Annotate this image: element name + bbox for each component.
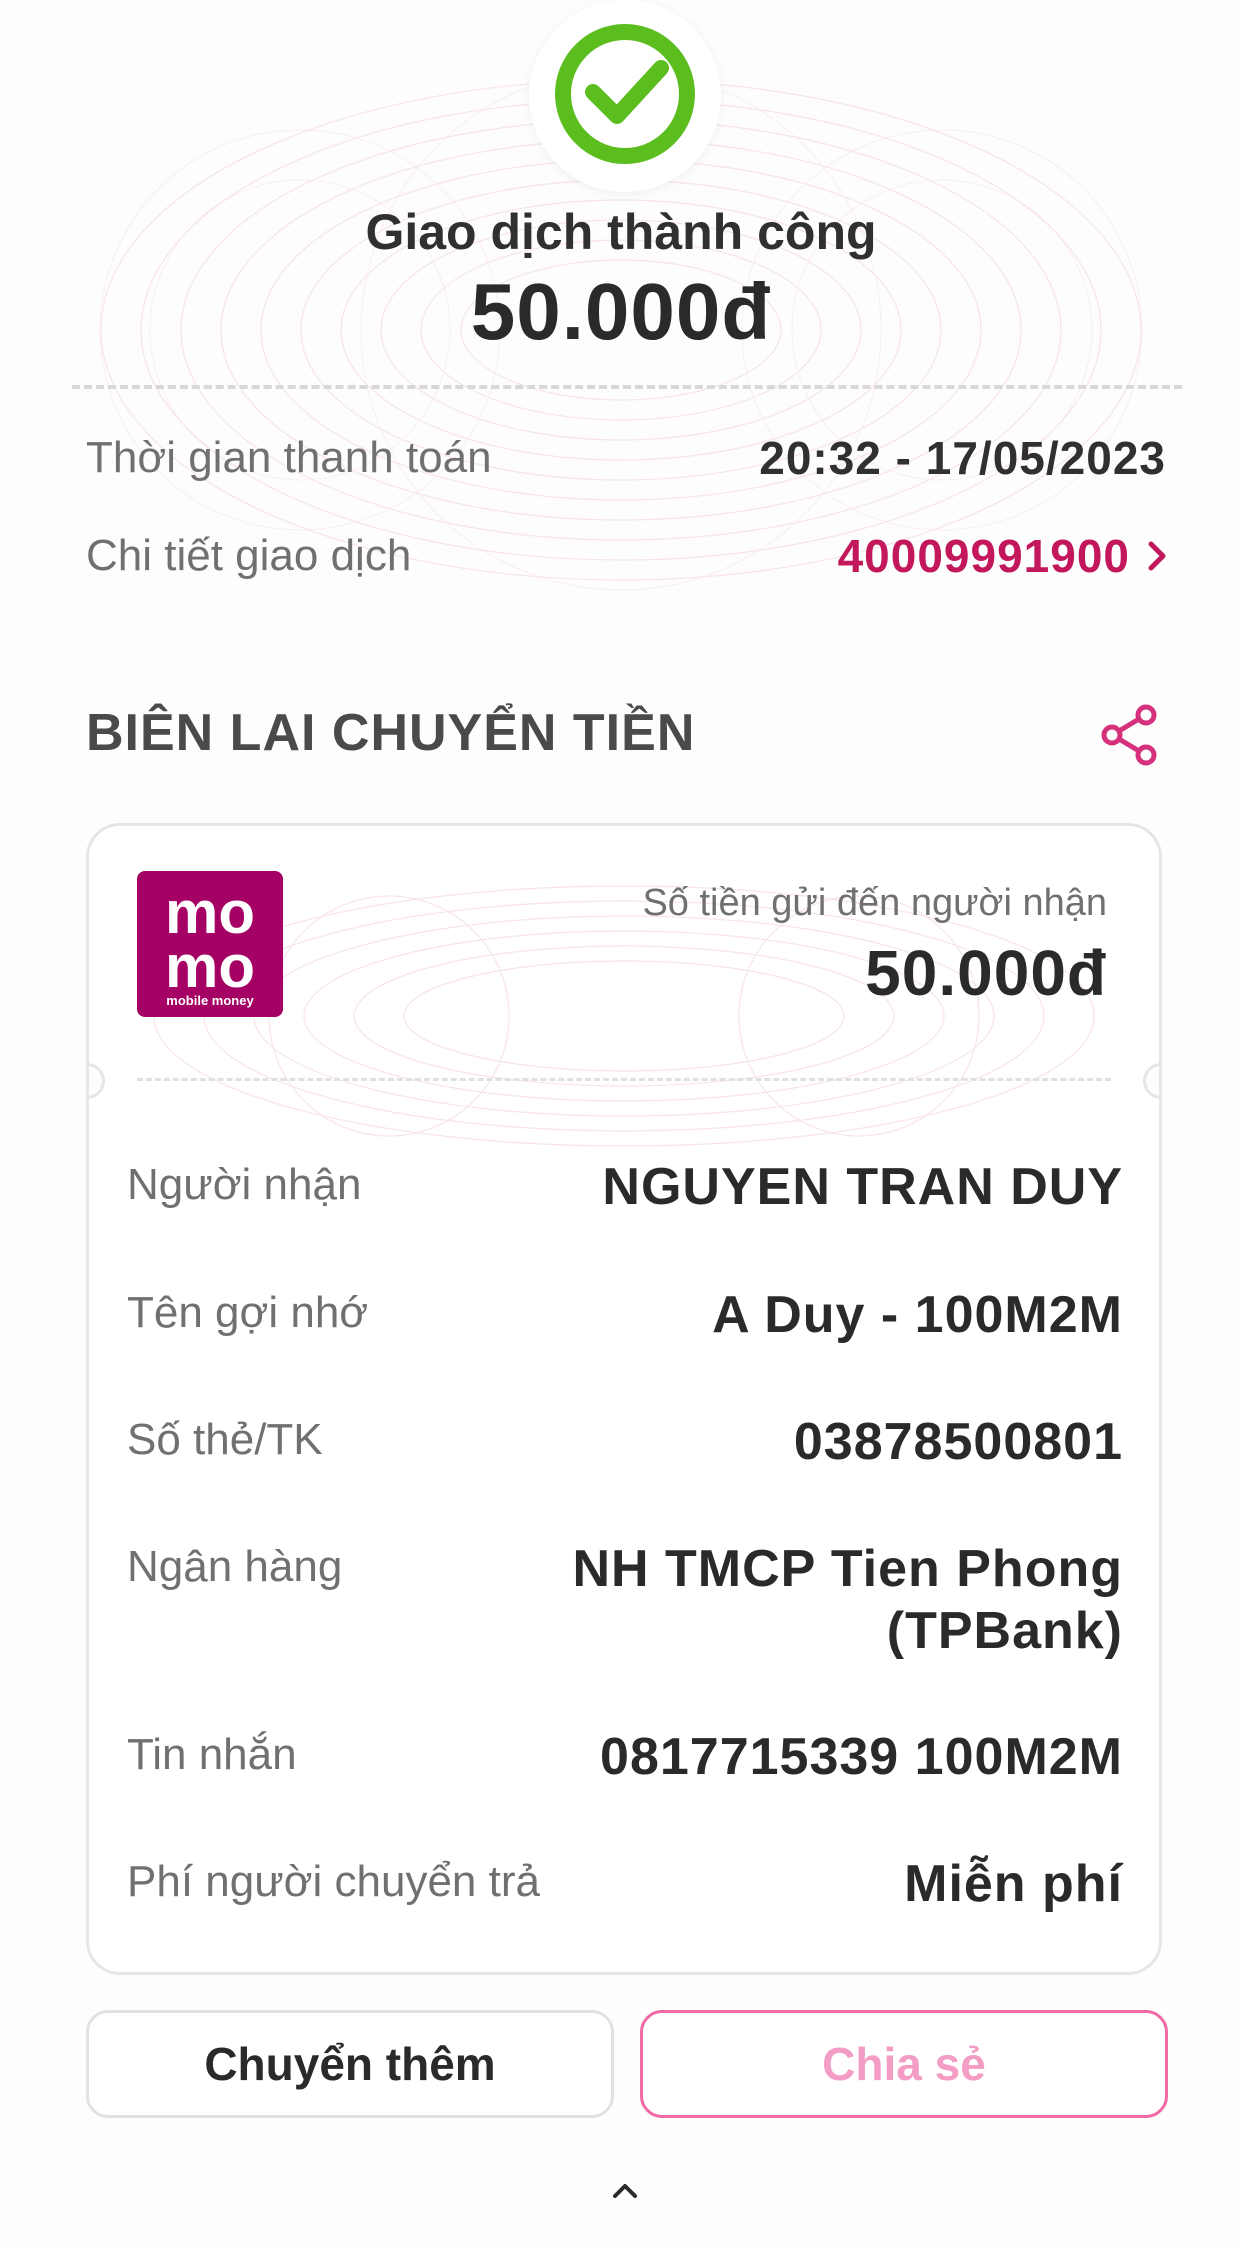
receipt-amount: 50.000đ — [865, 937, 1107, 1009]
bank-name-line1: NH TMCP Tien Phong — [572, 1540, 1123, 1598]
chevron-up-icon[interactable] — [611, 2180, 639, 2200]
detail-row-bank: Ngân hàng NH TMCP Tien Phong (TPBank) — [127, 1538, 1123, 1662]
transaction-detail-label: Chi tiết giao dịch — [86, 531, 412, 580]
status-title: Giao dịch thành công — [365, 204, 877, 260]
detail-value: Miễn phí — [904, 1855, 1123, 1913]
detail-label: Phí người chuyển trả — [127, 1857, 540, 1906]
detail-value: NGUYEN TRAN DUY — [602, 1158, 1123, 1216]
detail-row-fee: Phí người chuyển trả Miễn phí — [127, 1853, 1123, 1915]
detail-value: 03878500801 — [793, 1413, 1123, 1471]
transaction-id-link[interactable]: 40009991900 — [838, 529, 1166, 583]
transaction-detail-row[interactable]: Chi tiết giao dịch 40009991900 — [86, 526, 1166, 586]
logo-caption: mobile money — [166, 993, 254, 1008]
transfer-more-button[interactable]: Chuyển thêm — [86, 2010, 614, 2118]
detail-row-account-number: Số thẻ/TK 03878500801 — [127, 1411, 1123, 1473]
detail-label: Ngân hàng — [127, 1542, 343, 1591]
detail-value: A Duy - 100M2M — [712, 1286, 1123, 1344]
detail-row-message: Tin nhắn 0817715339 100M2M — [127, 1726, 1123, 1788]
divider — [72, 385, 1182, 389]
transaction-result-screen: Giao dịch thành công 50.000đ Thời gian t… — [0, 0, 1242, 2247]
payment-time-value: 20:32 - 17/05/2023 — [759, 432, 1166, 484]
success-badge — [529, 0, 721, 192]
detail-label: Tin nhắn — [127, 1730, 297, 1779]
receipt-amount-label: Số tiền gửi đến người nhận — [642, 882, 1107, 924]
payment-time-row: Thời gian thanh toán 20:32 - 17/05/2023 — [86, 428, 1166, 488]
share-button[interactable]: Chia sẻ — [640, 2010, 1168, 2118]
transaction-id-value: 40009991900 — [837, 530, 1130, 582]
detail-value: 0817715339 100M2M — [600, 1728, 1123, 1786]
transaction-amount: 50.000đ — [470, 267, 772, 356]
detail-label: Số thẻ/TK — [127, 1415, 323, 1464]
check-circle-icon — [555, 24, 695, 164]
momo-logo-mark: mo mo mobile money — [165, 879, 255, 1008]
momo-logo: mo mo mobile money — [137, 871, 283, 1017]
payment-time-label: Thời gian thanh toán — [86, 433, 492, 482]
logo-text-bottom: mo — [165, 933, 255, 1000]
share-icon[interactable] — [1098, 703, 1160, 767]
detail-value-bank: NH TMCP Tien Phong (TPBank) — [572, 1538, 1123, 1662]
receipt-section-title: BIÊN LAI CHUYỂN TIỀN — [86, 704, 696, 762]
card-divider — [137, 1078, 1111, 1081]
detail-row-recipient: Người nhận NGUYEN TRAN DUY — [127, 1156, 1123, 1218]
bank-name-line2: (TPBank) — [886, 1602, 1123, 1660]
detail-label: Người nhận — [127, 1160, 362, 1209]
chevron-right-icon — [1148, 541, 1166, 571]
detail-label: Tên gợi nhớ — [127, 1288, 369, 1337]
receipt-card: mo mo mobile money Số tiền gửi đến người… — [86, 823, 1162, 1975]
detail-row-nickname: Tên gợi nhớ A Duy - 100M2M — [127, 1284, 1123, 1346]
